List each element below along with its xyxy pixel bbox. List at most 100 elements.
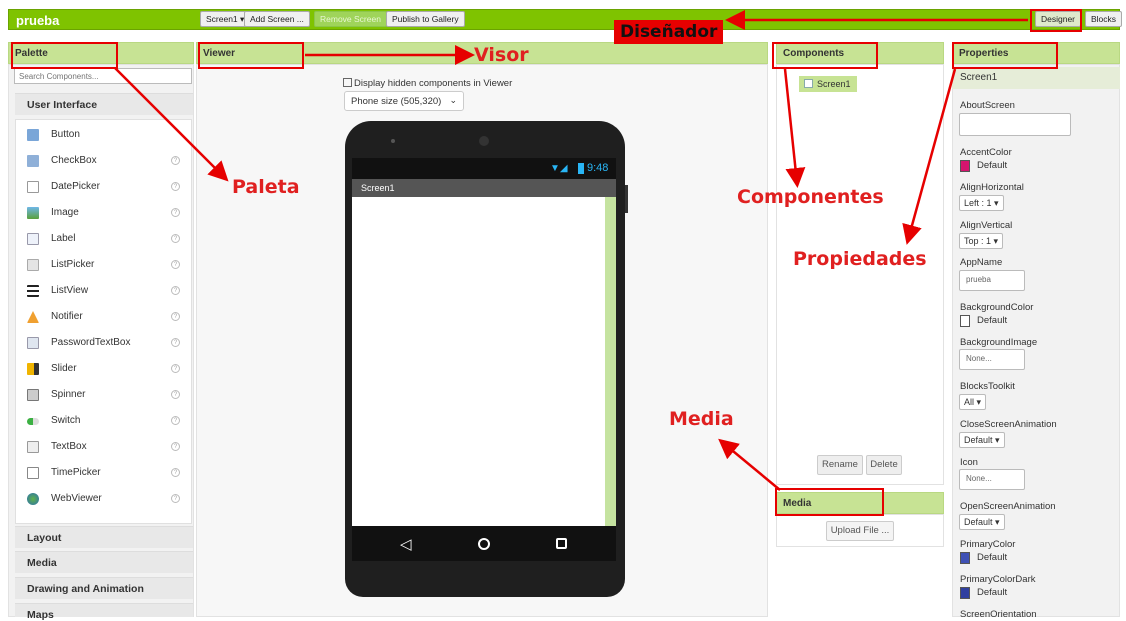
palette-item-timepicker[interactable]: TimePicker ?	[16, 460, 193, 486]
app-name-input[interactable]: prueba	[959, 270, 1025, 291]
primary-color-swatch[interactable]	[960, 552, 970, 564]
palette-callout-box	[11, 42, 118, 69]
palette-item-label: DatePicker	[51, 181, 100, 192]
recents-icon[interactable]	[556, 538, 567, 549]
help-icon[interactable]: ?	[171, 338, 180, 347]
media-annotation: Media	[669, 408, 734, 430]
category-media[interactable]: Media	[15, 551, 193, 573]
display-hidden-label: Display hidden components in Viewer	[354, 78, 513, 89]
background-image-input[interactable]: None...	[959, 349, 1025, 370]
password-icon	[27, 337, 39, 349]
palette-item-slider[interactable]: Slider ?	[16, 356, 193, 382]
datepicker-icon	[27, 181, 39, 193]
accent-color-label: AccentColor	[960, 147, 1012, 158]
help-icon[interactable]: ?	[171, 208, 180, 217]
top-toolbar: prueba	[8, 9, 1120, 30]
palette-item-passwordtextbox[interactable]: PasswordTextBox ?	[16, 330, 193, 356]
category-maps[interactable]: Maps	[15, 603, 193, 621]
rename-button[interactable]: Rename	[817, 455, 863, 475]
background-color-value[interactable]: Default	[977, 315, 1007, 326]
upload-file-button[interactable]: Upload File ...	[826, 521, 894, 541]
help-icon[interactable]: ?	[171, 312, 180, 321]
align-horizontal-label: AlignHorizontal	[960, 182, 1024, 193]
home-icon[interactable]	[478, 538, 490, 550]
help-icon[interactable]: ?	[171, 182, 180, 191]
align-vertical-select[interactable]: Top : 1 ▾	[959, 233, 1004, 249]
palette-item-spinner[interactable]: Spinner ?	[16, 382, 193, 408]
screen-icon	[804, 79, 813, 88]
palette-item-label[interactable]: Label ?	[16, 226, 193, 252]
palette-item-label: Spinner	[51, 389, 86, 400]
palette-item-checkbox[interactable]: CheckBox ?	[16, 148, 193, 174]
image-icon	[27, 207, 39, 219]
search-components-input[interactable]	[14, 68, 192, 84]
palette-item-label: ListPicker	[51, 259, 95, 270]
button-icon	[27, 129, 39, 141]
checkbox-icon[interactable]	[343, 78, 352, 87]
media-callout-box	[775, 488, 884, 516]
screen-scrollbar[interactable]	[605, 197, 616, 526]
palette-list: Button CheckBox ? DatePicker ? Image ? L…	[15, 119, 192, 524]
listview-icon	[27, 285, 39, 297]
palette-item-textbox[interactable]: TextBox ?	[16, 434, 193, 460]
category-layout[interactable]: Layout	[15, 526, 193, 548]
screen-select[interactable]: Screen1 ▾	[200, 11, 251, 27]
accent-color-swatch[interactable]	[960, 160, 970, 172]
add-screen-button[interactable]: Add Screen ...	[244, 11, 310, 27]
category-drawing-animation[interactable]: Drawing and Animation	[15, 577, 193, 599]
blocks-toolkit-select[interactable]: All ▾	[959, 394, 987, 410]
help-icon[interactable]: ?	[171, 468, 180, 477]
phone-size-value: Phone size (505,320)	[351, 96, 442, 107]
about-screen-textarea[interactable]	[959, 113, 1071, 136]
open-animation-select[interactable]: Default ▾	[959, 514, 1005, 530]
close-animation-select[interactable]: Default ▾	[959, 432, 1005, 448]
remove-screen-button[interactable]: Remove Screen	[314, 11, 387, 27]
help-icon[interactable]: ?	[171, 286, 180, 295]
primary-color-dark-value[interactable]: Default	[977, 587, 1007, 598]
help-icon[interactable]: ?	[171, 494, 180, 503]
component-tree-screen1[interactable]: Screen1	[799, 76, 857, 92]
help-icon[interactable]: ?	[171, 364, 180, 373]
close-animation-label: CloseScreenAnimation	[960, 419, 1057, 430]
align-horizontal-select[interactable]: Left : 1 ▾	[959, 195, 1004, 211]
help-icon[interactable]: ?	[171, 416, 180, 425]
screen-canvas[interactable]	[352, 197, 605, 526]
components-annotation: Componentes	[737, 186, 884, 208]
palette-item-image[interactable]: Image ?	[16, 200, 193, 226]
background-color-swatch[interactable]	[960, 315, 970, 327]
palette-item-listview[interactable]: ListView ?	[16, 278, 193, 304]
help-icon[interactable]: ?	[171, 442, 180, 451]
notifier-icon	[27, 311, 39, 323]
phone-size-select[interactable]: Phone size (505,320) ⌄	[344, 91, 464, 111]
category-user-interface[interactable]: User Interface	[15, 93, 193, 115]
palette-item-datepicker[interactable]: DatePicker ?	[16, 174, 193, 200]
delete-button[interactable]: Delete	[866, 455, 902, 475]
help-icon[interactable]: ?	[171, 390, 180, 399]
palette-item-webviewer[interactable]: WebViewer ?	[16, 486, 193, 512]
help-icon[interactable]: ?	[171, 234, 180, 243]
blocks-button[interactable]: Blocks	[1085, 11, 1123, 27]
phone-side-button	[625, 185, 628, 213]
palette-item-label: CheckBox	[51, 155, 97, 166]
help-icon[interactable]: ?	[171, 260, 180, 269]
primary-color-dark-swatch[interactable]	[960, 587, 970, 599]
palette-item-switch[interactable]: Switch ?	[16, 408, 193, 434]
accent-color-value[interactable]: Default	[977, 160, 1007, 171]
palette-item-button[interactable]: Button	[16, 122, 193, 148]
back-icon[interactable]: ◁	[400, 535, 412, 553]
screen-title-bar: Screen1	[352, 179, 616, 197]
palette-item-label: Slider	[51, 363, 77, 374]
primary-color-value[interactable]: Default	[977, 552, 1007, 563]
checkbox-icon	[27, 155, 39, 167]
palette-item-label: WebViewer	[51, 493, 102, 504]
help-icon[interactable]: ?	[171, 156, 180, 165]
components-callout-box	[772, 42, 878, 69]
display-hidden-checkbox[interactable]: Display hidden components in Viewer	[343, 78, 512, 89]
icon-input[interactable]: None...	[959, 469, 1025, 490]
palette-item-label: Notifier	[51, 311, 83, 322]
publish-gallery-button[interactable]: Publish to Gallery	[386, 11, 465, 27]
properties-annotation: Propiedades	[793, 248, 927, 270]
palette-item-listpicker[interactable]: ListPicker ?	[16, 252, 193, 278]
palette-item-notifier[interactable]: Notifier ?	[16, 304, 193, 330]
components-panel	[776, 64, 944, 485]
